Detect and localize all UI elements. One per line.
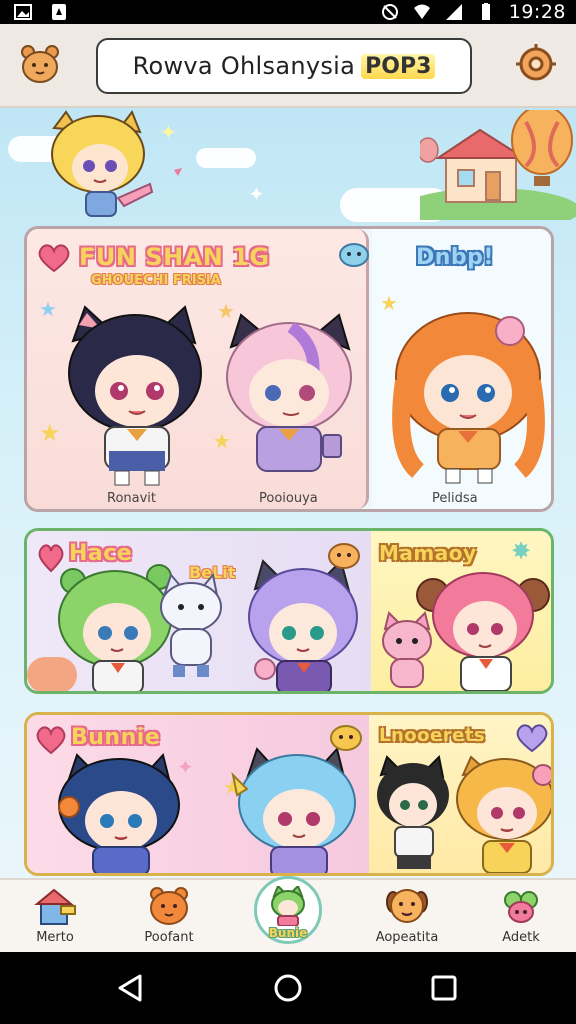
featured-panel[interactable]: FUN SHAN 1G GHOUECHI FRISIA ★ ★ ★ ★ Rona…	[27, 229, 369, 509]
title-bar[interactable]: Rowva Ohlsanysia POP3	[96, 38, 472, 94]
nav-label: Aopeatita	[375, 930, 439, 945]
chibi-character-orange-hair	[392, 312, 545, 484]
sparkle-icon: ✸	[511, 537, 532, 565]
character-avatar-icon	[271, 886, 305, 926]
pink-cat-mascot	[382, 611, 432, 688]
chibi-character-pink-hair	[226, 313, 352, 472]
chibi-character-blue-hair	[231, 746, 356, 873]
cat-face-icon	[339, 243, 369, 267]
nav-label-active: Bunie	[268, 926, 308, 940]
profile-button[interactable]	[16, 40, 64, 88]
side-panel[interactable]: Mamaoy ✸	[328, 531, 551, 691]
main-content[interactable]: ✦ ✦ FUN SHAN 1G GHOUECHI FRISIA ★ ★ ★ ★ …	[0, 108, 576, 878]
side-title: Lnooerets	[379, 725, 486, 746]
flower-icon	[504, 891, 538, 923]
category-card[interactable]: Hace BeLit Mamaoy ✸	[24, 528, 554, 694]
card-title: Bunnie	[71, 725, 161, 750]
nav-item-adetk[interactable]: Adetk	[466, 880, 576, 954]
system-navigation-bar	[0, 952, 576, 1024]
chibi-character-navy-hair	[58, 752, 180, 873]
heart-icon	[38, 244, 70, 273]
character-caption: Pooiouya	[259, 491, 318, 506]
nav-label: Poofant	[144, 930, 194, 945]
side-title: Mamaoy	[379, 541, 477, 565]
category-panel[interactable]: Hace BeLit	[27, 531, 371, 691]
home-button-icon[interactable]	[272, 972, 304, 1004]
house-illustration	[420, 110, 576, 220]
chibi-character-dark-hair	[68, 305, 202, 486]
signal-icon	[445, 4, 462, 20]
chibi-character-purple-hair	[248, 559, 358, 691]
cloud	[196, 148, 256, 168]
settings-icon	[516, 44, 556, 81]
white-cat-mascot	[160, 572, 222, 677]
nav-item-poofant[interactable]: Poofant	[114, 880, 224, 954]
sparkle-icon: ✦	[248, 182, 265, 206]
heart-icon	[516, 724, 548, 753]
category-panel[interactable]: Bunnie ★ ✦	[27, 715, 369, 873]
home-icon	[34, 888, 76, 925]
cat-face-icon	[330, 725, 362, 751]
side-panel[interactable]: Dnbp! ★ Pelidsa	[339, 229, 551, 509]
nav-label: Adetk	[502, 930, 540, 945]
battery-icon	[481, 3, 490, 20]
character-caption: Pelidsa	[432, 491, 478, 506]
back-icon[interactable]	[114, 972, 146, 1004]
side-title: Dnbp!	[416, 245, 494, 270]
card-title: FUN SHAN 1G	[79, 243, 270, 271]
featured-card[interactable]: FUN SHAN 1G GHOUECHI FRISIA ★ ★ ★ ★ Rona…	[24, 226, 554, 512]
character-caption: Ronavit	[107, 491, 157, 506]
chibi-character-black-hair	[377, 755, 449, 869]
app-header: Rowva Ohlsanysia POP3	[0, 24, 576, 108]
bear-face-icon	[150, 887, 188, 925]
title-badge: POP3	[361, 53, 436, 79]
category-card[interactable]: Bunnie ★ ✦ Lnooerets	[24, 712, 554, 876]
app-title: Rowva Ohlsanysia	[132, 52, 356, 80]
nav-item-aopeatita[interactable]: Aopeatita	[352, 880, 462, 954]
chibi-flying-character	[51, 110, 182, 217]
nav-item-bunie[interactable]: Bunie	[233, 880, 343, 954]
clock: 19:28	[508, 1, 566, 23]
recents-icon[interactable]	[428, 972, 460, 1004]
chibi-character-blonde-hair	[456, 755, 551, 873]
settings-button[interactable]	[512, 40, 560, 88]
nav-label: Merto	[36, 930, 74, 945]
bear-icon	[21, 45, 59, 83]
wifi-icon	[413, 4, 430, 19]
side-panel[interactable]: Lnooerets	[330, 715, 551, 873]
bottom-navigation: Merto Poofant Bunie Aopeatita Adetk	[0, 876, 576, 954]
nav-item-home[interactable]: Merto	[0, 880, 110, 954]
image-icon	[14, 4, 32, 20]
card-subtitle: GHOUECHI FRISIA	[91, 273, 221, 288]
mute-icon	[381, 4, 398, 20]
dog-face-icon	[386, 889, 428, 923]
cat-face-icon	[328, 543, 360, 569]
notification-icon	[52, 4, 66, 20]
status-bar: 19:28	[0, 0, 576, 24]
